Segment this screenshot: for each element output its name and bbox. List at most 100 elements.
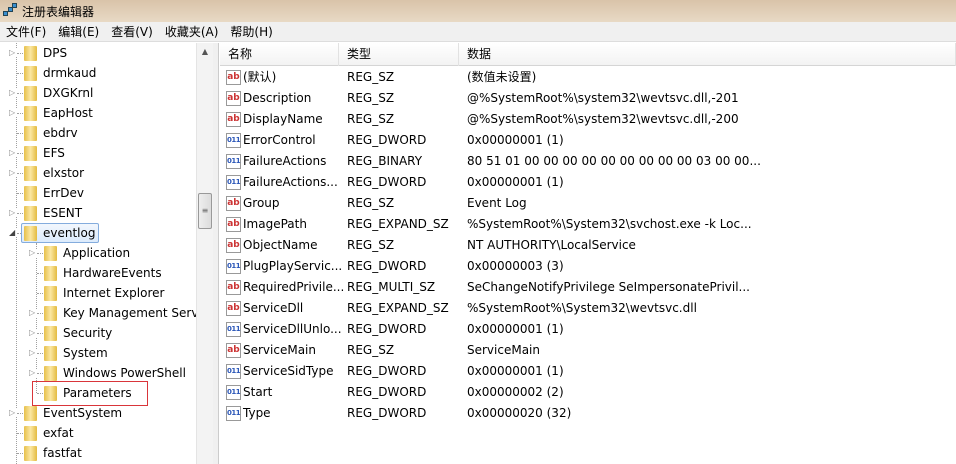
expand-arrow-icon[interactable]: ▷ xyxy=(9,209,17,217)
title-bar: 注册表编辑器 xyxy=(0,0,956,22)
value-row[interactable]: ab RequiredPrivile... REG_MULTI_SZ SeChange… xyxy=(220,277,956,298)
tree-item[interactable]: System xyxy=(44,343,108,363)
tree-item[interactable]: DXGKrnl xyxy=(24,83,93,103)
scroll-thumb[interactable]: ≡ xyxy=(198,193,212,229)
value-data: 0x00000003 (3) xyxy=(467,259,564,273)
string-value-icon: ab xyxy=(226,301,241,316)
value-name: Start xyxy=(243,385,273,399)
value-row[interactable]: ab ObjectName REG_SZ NT AUTHORITY\LocalServ… xyxy=(220,235,956,256)
menu-edit[interactable]: 编辑(E) xyxy=(52,23,105,40)
value-row[interactable]: 011 PlugPlayServic... REG_DWORD 0x00000003 … xyxy=(220,256,956,277)
expand-arrow-icon[interactable]: ▷ xyxy=(9,109,17,117)
scroll-up-arrow-icon[interactable]: ▲ xyxy=(197,43,213,60)
tree-item[interactable]: EventSystem xyxy=(24,403,122,423)
value-name: ObjectName xyxy=(243,238,318,252)
value-row[interactable]: ab ServiceMain REG_SZ ServiceMain xyxy=(220,340,956,361)
expand-arrow-icon[interactable]: ▷ xyxy=(29,309,37,317)
value-data: SeChangeNotifyPrivilege SeImpersonatePri… xyxy=(467,280,750,294)
menu-favorites[interactable]: 收藏夹(A) xyxy=(159,23,225,40)
value-name: ServiceSidType xyxy=(243,364,334,378)
value-type: REG_DWORD xyxy=(347,259,427,273)
tree-item[interactable]: Windows PowerShell xyxy=(44,363,186,383)
expand-arrow-icon[interactable]: ▷ xyxy=(9,149,17,157)
tree-item[interactable]: EFS xyxy=(24,143,65,163)
value-data: NT AUTHORITY\LocalService xyxy=(467,238,636,252)
value-row[interactable]: 011 ErrorControl REG_DWORD 0x00000001 (1) xyxy=(220,130,956,151)
tree-item-label: EFS xyxy=(43,146,65,160)
value-row[interactable]: 011 FailureActions REG_BINARY 80 51 01 00 0… xyxy=(220,151,956,172)
value-row[interactable]: ab Description REG_SZ @%SystemRoot%\system3… xyxy=(220,88,956,109)
tree-scrollbar[interactable]: ▲ ≡ xyxy=(196,43,213,464)
folder-icon xyxy=(24,145,37,161)
tree-item[interactable]: exfat xyxy=(24,423,74,443)
highlight-box xyxy=(32,381,148,406)
value-row[interactable]: ab ImagePath REG_EXPAND_SZ %SystemRoot%\Sys… xyxy=(220,214,956,235)
tree-item-label: HardwareEvents xyxy=(63,266,162,280)
value-name: ServiceDll xyxy=(243,301,304,315)
tree-item[interactable]: EapHost xyxy=(24,103,93,123)
value-data: 0x00000020 (32) xyxy=(467,406,572,420)
value-row[interactable]: ab Group REG_SZ Event Log xyxy=(220,193,956,214)
tree-item[interactable]: DPS xyxy=(24,43,67,63)
column-header-name[interactable]: 名称 xyxy=(220,43,339,66)
value-type: REG_SZ xyxy=(347,91,395,105)
tree-item[interactable]: elxstor xyxy=(24,163,84,183)
expand-arrow-icon[interactable]: ▷ xyxy=(9,49,17,57)
value-data: 0x00000001 (1) xyxy=(467,133,564,147)
tree-item-label: Internet Explorer xyxy=(63,286,165,300)
menu-view[interactable]: 查看(V) xyxy=(105,23,159,40)
tree-item[interactable]: Key Management Servi xyxy=(44,303,196,323)
value-name: Description xyxy=(243,91,312,105)
value-row[interactable]: 011 Type REG_DWORD 0x00000020 (32) xyxy=(220,403,956,424)
value-type: REG_DWORD xyxy=(347,406,427,420)
tree-item-label: Key Management Servi xyxy=(63,306,196,320)
collapse-arrow-icon[interactable]: ◢ xyxy=(9,229,17,237)
value-row[interactable]: 011 FailureActions... REG_DWORD 0x00000001 … xyxy=(220,172,956,193)
value-data: @%SystemRoot%\system32\wevtsvc.dll,-200 xyxy=(467,112,739,126)
tree-item[interactable]: fastfat xyxy=(24,443,82,463)
value-data: Event Log xyxy=(467,196,527,210)
values-list[interactable]: 名称 类型 数据 ab (默认) REG_SZ (数值未设置)ab Descriptio… xyxy=(220,43,956,464)
column-header-data[interactable]: 数据 xyxy=(459,43,956,66)
folder-icon xyxy=(44,265,57,281)
tree-item-label: drmkaud xyxy=(43,66,97,80)
pane-splitter[interactable] xyxy=(213,43,219,464)
value-row[interactable]: 011 Start REG_DWORD 0x00000002 (2) xyxy=(220,382,956,403)
value-name: Group xyxy=(243,196,280,210)
value-name: ImagePath xyxy=(243,217,307,231)
tree-item[interactable]: eventlog xyxy=(21,223,100,243)
tree-item[interactable]: ESENT xyxy=(24,203,82,223)
tree-item[interactable]: Security xyxy=(44,323,112,343)
expand-arrow-icon[interactable]: ▷ xyxy=(29,249,37,257)
value-row[interactable]: ab ServiceDll REG_EXPAND_SZ %SystemRoot%\Sy… xyxy=(220,298,956,319)
tree-item[interactable]: Internet Explorer xyxy=(44,283,164,303)
menu-file[interactable]: 文件(F) xyxy=(0,23,52,40)
tree-item[interactable]: ebdrv xyxy=(24,123,78,143)
value-row[interactable]: ab (默认) REG_SZ (数值未设置) xyxy=(220,67,956,88)
tree-item[interactable]: ErrDev xyxy=(24,183,84,203)
value-type: REG_DWORD xyxy=(347,133,427,147)
tree-item-label: DXGKrnl xyxy=(43,86,94,100)
tree-item[interactable]: HardwareEvents xyxy=(44,263,162,283)
expand-arrow-icon[interactable]: ▷ xyxy=(9,169,17,177)
folder-icon xyxy=(44,345,57,361)
expand-arrow-icon[interactable]: ▷ xyxy=(29,329,37,337)
expand-arrow-icon[interactable]: ▷ xyxy=(29,349,37,357)
value-data: %SystemRoot%\System32\svchost.exe -k Loc… xyxy=(467,217,752,231)
expand-arrow-icon[interactable]: ▷ xyxy=(29,369,37,377)
value-data: 0x00000002 (2) xyxy=(467,385,564,399)
column-header-type[interactable]: 类型 xyxy=(339,43,459,66)
value-row[interactable]: 011 ServiceDllUnlo... REG_DWORD 0x00000001 … xyxy=(220,319,956,340)
tree-item-label: EapHost xyxy=(43,106,93,120)
tree-item[interactable]: Application xyxy=(44,243,130,263)
value-row[interactable]: ab DisplayName REG_SZ @%SystemRoot%\system3… xyxy=(220,109,956,130)
folder-icon xyxy=(24,425,37,441)
value-type: REG_EXPAND_SZ xyxy=(347,301,449,315)
value-row[interactable]: 011 ServiceSidType REG_DWORD 0x00000001 (1) xyxy=(220,361,956,382)
window-title: 注册表编辑器 xyxy=(22,4,95,19)
expand-arrow-icon[interactable]: ▷ xyxy=(9,409,17,417)
value-data: @%SystemRoot%\system32\wevtsvc.dll,-201 xyxy=(467,91,739,105)
tree-item[interactable]: drmkaud xyxy=(24,63,96,83)
menu-help[interactable]: 帮助(H) xyxy=(224,23,278,40)
expand-arrow-icon[interactable]: ▷ xyxy=(9,89,17,97)
